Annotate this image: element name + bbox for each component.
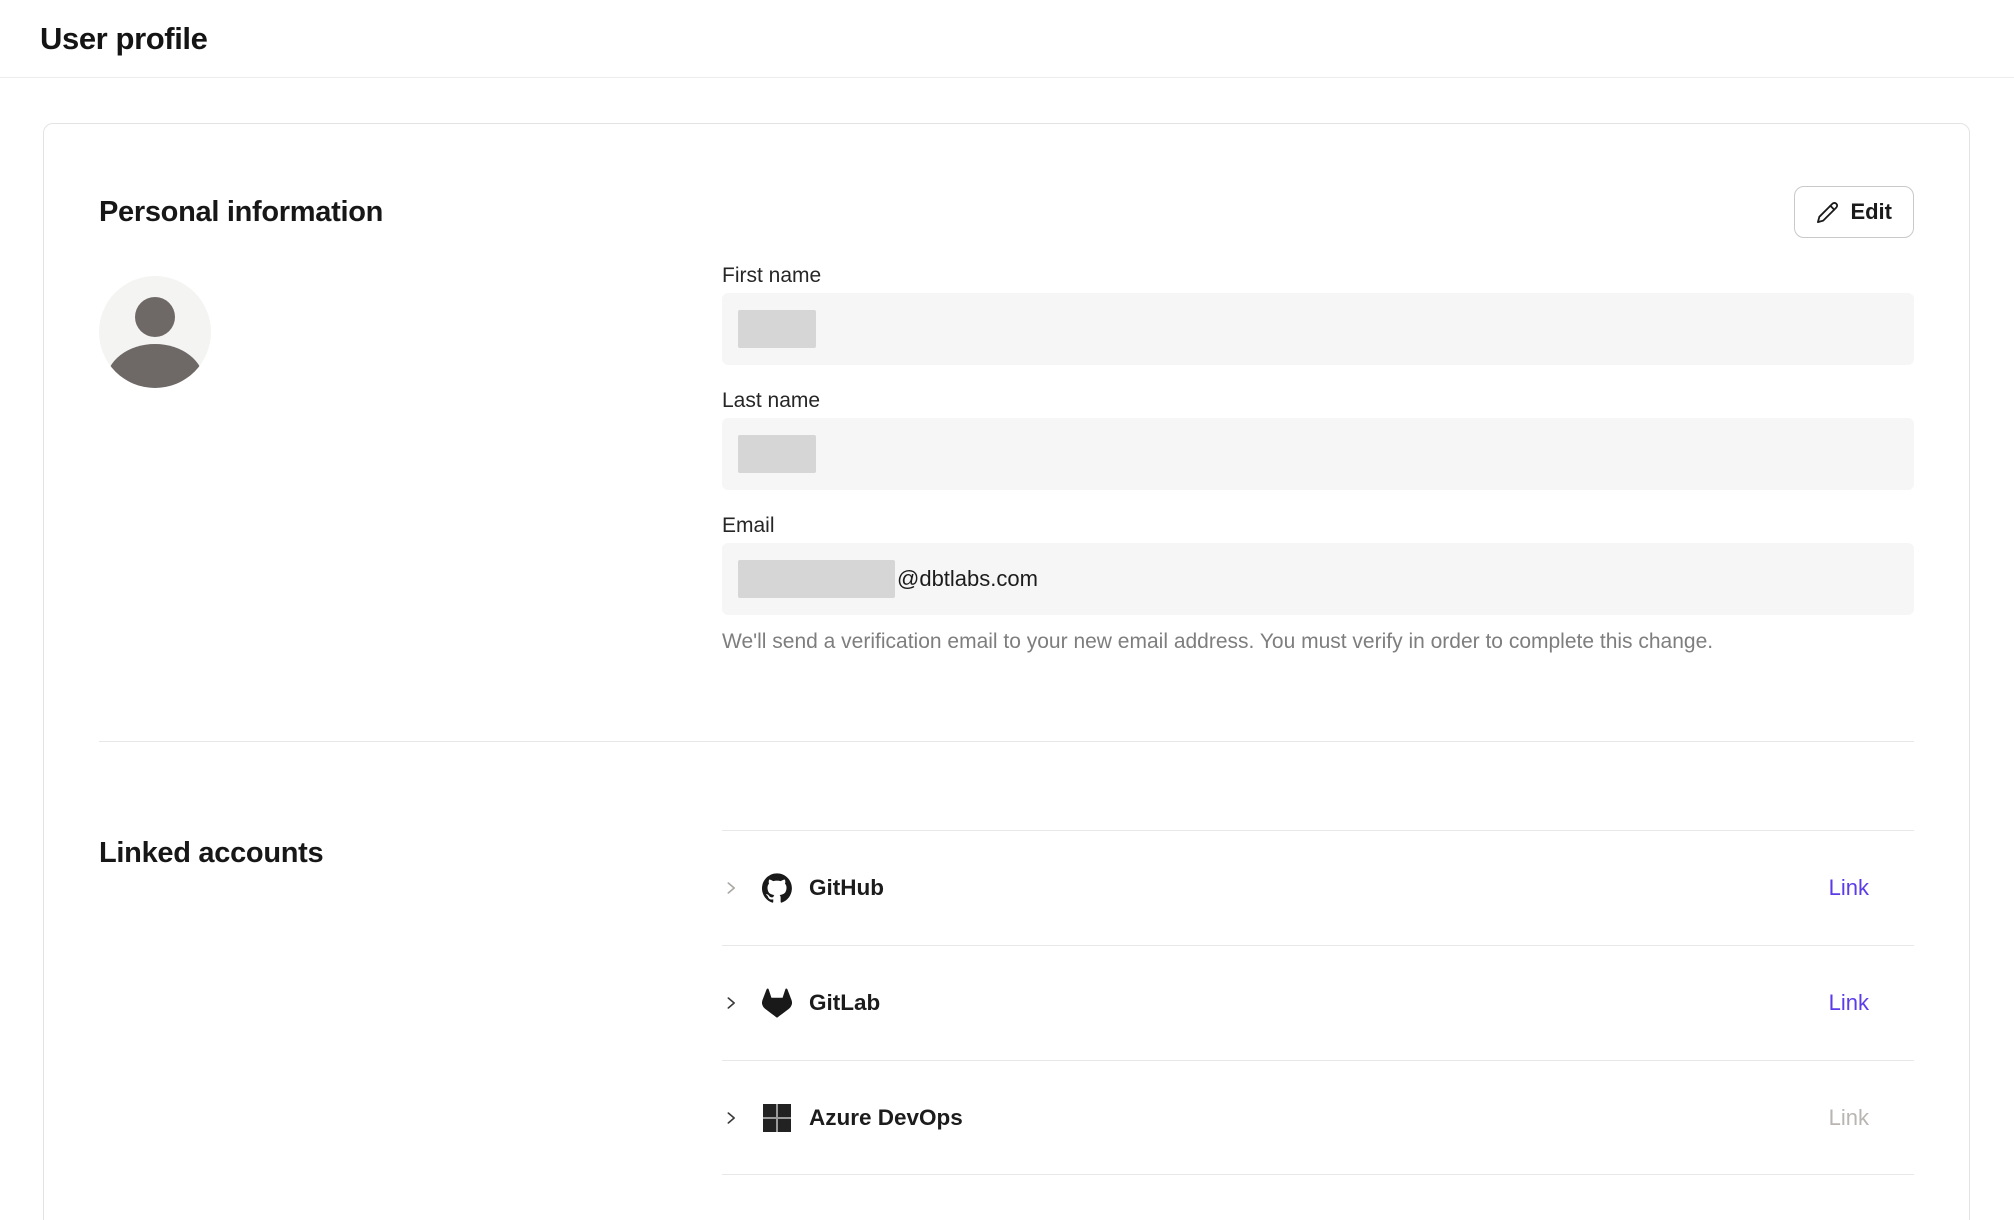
email-domain-suffix: @dbtlabs.com	[897, 566, 1038, 592]
last-name-group: Last name	[722, 389, 1914, 490]
avatar-column	[99, 264, 722, 655]
linked-accounts-section: Linked accounts GitHub Link	[99, 742, 1914, 1175]
gitlab-link-action[interactable]: Link	[1829, 990, 1869, 1016]
email-label: Email	[722, 514, 1914, 538]
linked-accounts-list: GitHub Link GitLab Link	[722, 830, 1914, 1175]
linked-account-row-github: GitHub Link	[722, 830, 1914, 945]
email-group: Email @dbtlabs.com We'll send a verifica…	[722, 514, 1914, 655]
last-name-label: Last name	[722, 389, 1914, 413]
provider-name-gitlab: GitLab	[809, 990, 880, 1016]
first-name-field[interactable]	[722, 293, 1914, 365]
user-profile-card: Personal information Edit First name	[43, 123, 1970, 1220]
gitlab-icon	[762, 988, 792, 1018]
chevron-right-icon[interactable]	[722, 1109, 740, 1127]
email-help-text: We'll send a verification email to your …	[722, 629, 1914, 655]
provider-name-github: GitHub	[809, 875, 884, 901]
last-name-field[interactable]	[722, 418, 1914, 490]
personal-info-heading: Personal information	[99, 196, 383, 229]
first-name-label: First name	[722, 264, 1914, 288]
page-header: User profile	[0, 0, 2014, 78]
personal-info-section-head: Personal information Edit	[99, 124, 1914, 238]
email-redacted-value	[738, 560, 895, 598]
first-name-group: First name	[722, 264, 1914, 365]
chevron-right-icon[interactable]	[722, 879, 740, 897]
edit-button-label: Edit	[1850, 199, 1892, 225]
azure-devops-link-action-disabled: Link	[1829, 1105, 1869, 1131]
chevron-right-icon[interactable]	[722, 994, 740, 1012]
linked-account-row-azure-devops: Azure DevOps Link	[722, 1060, 1914, 1175]
pencil-icon	[1816, 201, 1839, 224]
github-icon	[762, 873, 792, 903]
edit-button[interactable]: Edit	[1794, 186, 1914, 238]
first-name-redacted-value	[738, 310, 816, 348]
avatar	[99, 276, 211, 388]
provider-name-azure-devops: Azure DevOps	[809, 1105, 963, 1131]
azure-devops-icon	[762, 1103, 792, 1133]
last-name-redacted-value	[738, 435, 816, 473]
github-link-action[interactable]: Link	[1829, 875, 1869, 901]
personal-info-form: First name Last name Email @dbtlabs.com …	[722, 264, 1914, 655]
page-title: User profile	[40, 21, 207, 57]
email-field[interactable]: @dbtlabs.com	[722, 543, 1914, 615]
linked-accounts-heading: Linked accounts	[99, 742, 722, 1175]
avatar-person-icon	[135, 297, 175, 337]
linked-account-row-gitlab: GitLab Link	[722, 945, 1914, 1060]
